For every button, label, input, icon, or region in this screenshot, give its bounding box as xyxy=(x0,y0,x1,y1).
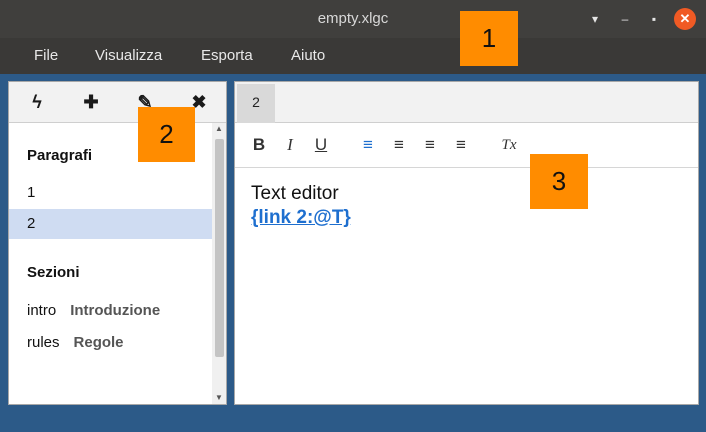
title-bar: empty.xlgc ▾ – ▪ ✕ xyxy=(0,0,706,38)
paragraph-item-2[interactable]: 2 xyxy=(9,209,212,239)
align-right-icon[interactable]: ≡ xyxy=(420,135,440,155)
scrollbar-thumb[interactable] xyxy=(215,139,224,357)
editor-tab-bar: 2 xyxy=(235,82,698,123)
callout-3: 3 xyxy=(530,154,588,209)
justify-icon[interactable]: ≡ xyxy=(451,135,471,155)
align-left-icon[interactable]: ≡ xyxy=(358,135,378,155)
clear-format-icon[interactable]: Tx xyxy=(499,135,519,155)
editor-panel: 2 B I U ≡ ≡ ≡ ≡ Tx Text editor {link 2:@… xyxy=(234,81,699,405)
editor-text: Text editor xyxy=(251,183,339,204)
menu-esporta[interactable]: Esporta xyxy=(201,38,253,74)
plus-icon[interactable]: ✚ xyxy=(80,91,102,113)
bold-button[interactable]: B xyxy=(249,135,269,155)
minimize-icon[interactable]: – xyxy=(614,8,636,30)
menu-aiuto[interactable]: Aiuto xyxy=(291,38,325,74)
text-editor[interactable]: Text editor {link 2:@T} xyxy=(235,169,698,404)
scroll-down-icon[interactable]: ▼ xyxy=(212,392,226,404)
underline-button[interactable]: U xyxy=(311,135,331,155)
section-name: Introduzione xyxy=(70,302,161,319)
menu-visualizza[interactable]: Visualizza xyxy=(95,38,162,74)
section-key: intro xyxy=(27,302,57,319)
editor-link[interactable]: {link 2:@T} xyxy=(251,207,682,229)
left-list: Paragrafi 1 2 Sezioni intro Introduzione … xyxy=(9,123,212,404)
callout-1: 1 xyxy=(460,11,518,66)
sections-heading: Sezioni xyxy=(27,264,80,281)
section-row-rules[interactable]: rules Regole xyxy=(9,328,212,358)
scroll-up-icon[interactable]: ▲ xyxy=(212,123,226,135)
lightning-icon[interactable]: ϟ xyxy=(26,91,48,113)
section-row-intro[interactable]: intro Introduzione xyxy=(9,296,212,326)
align-center-icon[interactable]: ≡ xyxy=(389,135,409,155)
paragraphs-heading: Paragrafi xyxy=(27,147,93,164)
italic-button[interactable]: I xyxy=(280,135,300,155)
close-window-icon[interactable]: ✕ xyxy=(674,8,696,30)
maximize-icon[interactable]: ▪ xyxy=(643,8,665,30)
window-menu-icon[interactable]: ▾ xyxy=(584,8,606,30)
callout-2: 2 xyxy=(138,107,195,162)
left-scrollbar[interactable]: ▲ ▼ xyxy=(212,123,226,404)
section-key: rules xyxy=(27,334,60,351)
format-toolbar: B I U ≡ ≡ ≡ ≡ Tx xyxy=(235,123,698,168)
menu-file[interactable]: File xyxy=(34,38,58,74)
tab-paragraph-2[interactable]: 2 xyxy=(237,84,275,123)
paragraph-item-1[interactable]: 1 xyxy=(9,178,212,208)
section-name: Regole xyxy=(73,334,124,351)
menu-bar: File Visualizza Esporta Aiuto xyxy=(0,38,706,74)
